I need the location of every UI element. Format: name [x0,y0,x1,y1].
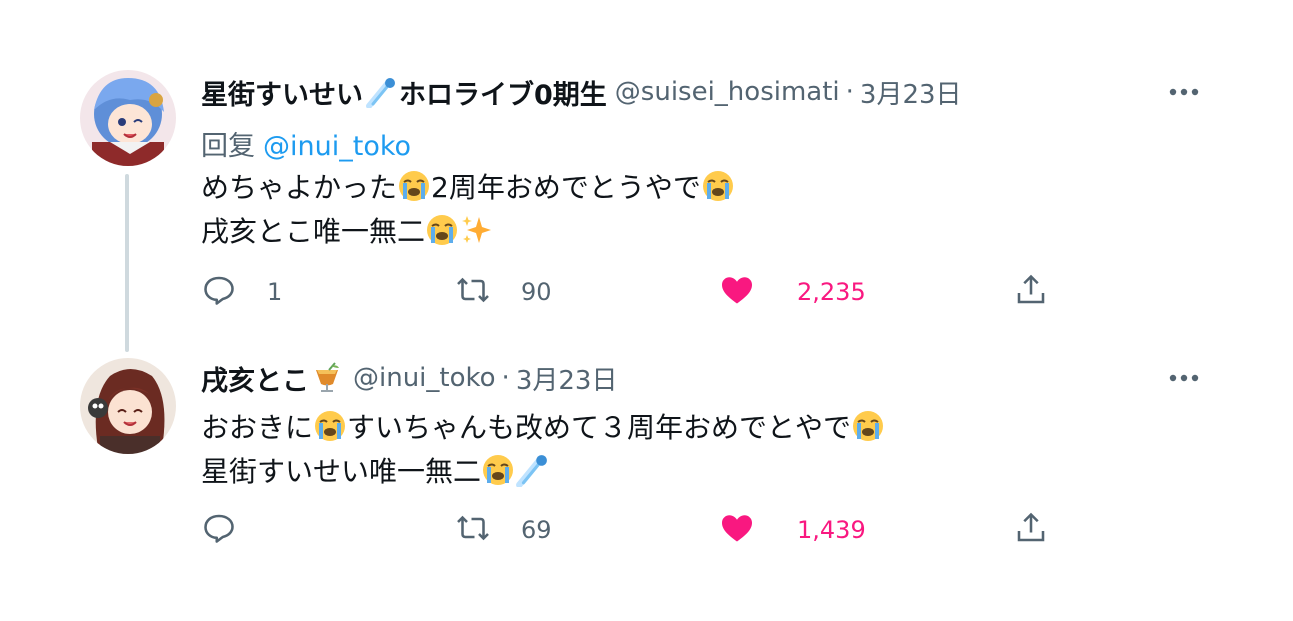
tweet[interactable]: 星街すいせい ホロライブ0期生 @suisei_hosimati · 3月23日 [0,62,1293,352]
like-count: 1,439 [797,516,866,544]
comet-emoji [365,76,397,109]
retweet-count: 90 [521,278,552,306]
crying-face-emoji [313,409,347,443]
tweet[interactable]: 戌亥とこ @inui_toko · 3月23日 おおきに すいちゃんも改めて３周… [0,350,1293,570]
share-icon [1013,510,1049,550]
text-segment: 2周年おめでとうやで [431,171,701,204]
retweet-button[interactable]: 90 [455,270,552,314]
share-icon [1013,272,1049,312]
crying-face-emoji [481,453,515,487]
tweet-date[interactable]: 3月23日 [516,360,618,397]
user-handle[interactable]: @inui_toko [353,363,496,393]
retweet-button[interactable]: 69 [455,508,552,552]
reply-button[interactable] [201,508,267,552]
crying-face-emoji [425,213,459,247]
tweet-actions: 69 1,439 [201,508,1101,552]
sparkles-emoji [459,213,493,247]
display-name[interactable]: 戌亥とこ [201,359,309,398]
share-button[interactable] [1013,508,1049,552]
text-segment: めちゃよかった [201,171,398,204]
display-name[interactable]: 星街すいせい [201,73,363,112]
like-button[interactable]: 1,439 [719,508,866,552]
retweet-count: 69 [521,516,552,544]
separator: · [501,363,510,393]
tweet-text-line: めちゃよかった 2周年おめでとうやで [201,166,735,210]
heart-icon [719,272,755,312]
comet-emoji [515,453,549,489]
reply-count: 1 [267,278,283,306]
avatar[interactable] [80,358,176,454]
user-handle[interactable]: @suisei_hosimati [615,77,840,107]
thread-line [125,174,129,352]
tropical-drink-emoji [311,362,343,394]
more-icon[interactable] [1167,78,1201,106]
retweet-icon [455,510,491,550]
separator: · [845,77,854,107]
crying-face-emoji [701,169,735,203]
heart-icon [719,510,755,550]
tweet-header: 星街すいせい ホロライブ0期生 @suisei_hosimati · 3月23日 [201,72,962,112]
tweet-text-line: 星街すいせい唯一無二 [201,450,885,494]
text-segment: 戌亥とこ唯一無二 [201,215,426,248]
more-icon[interactable] [1167,364,1201,392]
replying-to: 回复 @inui_toko [201,124,411,163]
display-name-suffix[interactable]: ホロライブ0期生 [399,73,607,112]
reply-label: 回复 [201,131,255,162]
tweet-thread: 星街すいせい ホロライブ0期生 @suisei_hosimati · 3月23日 [0,0,1293,621]
avatar[interactable] [80,70,176,166]
tweet-text: めちゃよかった 2周年おめでとうやで 戌亥とこ唯一無二 [201,166,735,254]
text-segment: すいちゃんも改めて３周年おめでとやで [347,411,852,444]
crying-face-emoji [851,409,885,443]
tweet-text: おおきに すいちゃんも改めて３周年おめでとやで 星街すいせい唯一無二 [201,406,885,494]
text-segment: 星街すいせい唯一無二 [201,455,482,488]
crying-face-emoji [397,169,431,203]
tweet-actions: 1 90 2,235 [201,270,1101,314]
reply-icon [201,272,237,312]
reply-button[interactable]: 1 [201,270,282,314]
text-segment: おおきに [201,411,314,444]
like-count: 2,235 [797,278,866,306]
tweet-text-line: 戌亥とこ唯一無二 [201,210,735,254]
like-button[interactable]: 2,235 [719,270,866,314]
reply-mention-link[interactable]: @inui_toko [263,131,411,162]
retweet-icon [455,272,491,312]
reply-icon [201,510,237,550]
share-button[interactable] [1013,270,1049,314]
tweet-text-line: おおきに すいちゃんも改めて３周年おめでとやで [201,406,885,450]
tweet-header: 戌亥とこ @inui_toko · 3月23日 [201,358,617,398]
tweet-date[interactable]: 3月23日 [860,74,962,111]
